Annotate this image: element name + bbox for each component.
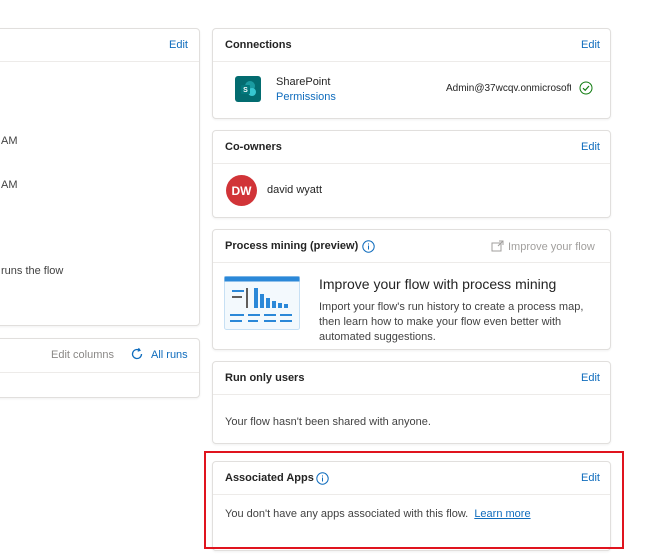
associated-apps-message-text: You don't have any apps associated with … — [225, 508, 469, 520]
coowner-name: david wyatt — [267, 184, 323, 196]
details-card: Edit AM AM runs the flow — [0, 28, 200, 326]
learn-more-link[interactable]: Learn more — [474, 508, 530, 520]
improve-flow-label: Improve your flow — [508, 240, 595, 253]
checkmark-circle-icon — [579, 81, 593, 95]
associated-apps-divider — [213, 494, 610, 495]
coowners-divider — [213, 163, 610, 164]
process-mining-card: Process mining (preview) Improve your fl… — [212, 229, 611, 350]
sharepoint-icon: S — [235, 76, 261, 102]
associated-apps-card: Associated Apps Edit You don't have any … — [212, 461, 611, 551]
details-created-time: AM — [1, 135, 18, 147]
coowners-title: Co-owners — [225, 141, 282, 153]
process-map-illustration — [224, 276, 300, 330]
connections-card: Connections Edit S SharePoint Permission… — [212, 28, 611, 119]
avatar: DW — [226, 175, 257, 206]
runs-card: Edit columns All runs — [0, 338, 200, 398]
coowners-edit-link[interactable]: Edit — [581, 141, 600, 153]
details-modified-time: AM — [1, 179, 18, 191]
coowners-card: Co-owners Edit DW david wyatt — [212, 130, 611, 218]
details-plan-text: runs the flow — [1, 265, 64, 277]
associated-apps-edit-link[interactable]: Edit — [581, 472, 600, 484]
connection-account: Admin@37wcqv.onmicrosoft.c — [446, 83, 571, 94]
process-mining-divider — [213, 262, 610, 263]
process-mining-headline: Improve your flow with process mining — [319, 276, 557, 292]
process-mining-description: Import your flow's run history to create… — [319, 301, 584, 343]
runs-divider — [0, 372, 199, 373]
edit-columns-button[interactable]: Edit columns — [51, 349, 114, 361]
connections-divider — [213, 61, 610, 62]
info-icon[interactable] — [362, 240, 375, 253]
svg-text:S: S — [243, 87, 248, 94]
run-only-users-edit-link[interactable]: Edit — [581, 372, 600, 384]
associated-apps-info-icon[interactable] — [316, 472, 329, 485]
connections-edit-link[interactable]: Edit — [581, 39, 600, 51]
associated-apps-message: You don't have any apps associated with … — [225, 508, 531, 520]
details-edit-link[interactable]: Edit — [169, 39, 188, 51]
connection-name: SharePoint — [276, 76, 331, 88]
run-only-users-divider — [213, 394, 610, 395]
run-only-users-title: Run only users — [225, 372, 305, 384]
details-divider — [0, 61, 199, 62]
connection-permissions-link[interactable]: Permissions — [276, 91, 336, 103]
process-mining-title: Process mining (preview) — [225, 240, 359, 252]
all-runs-link[interactable]: All runs — [151, 349, 188, 361]
open-external-icon — [491, 240, 504, 253]
run-only-users-card: Run only users Edit Your flow hasn't bee… — [212, 361, 611, 444]
avatar-initials: DW — [231, 183, 252, 198]
associated-apps-title: Associated Apps — [225, 472, 314, 484]
refresh-icon[interactable] — [130, 347, 144, 361]
run-only-users-message: Your flow hasn't been shared with anyone… — [225, 416, 431, 428]
improve-flow-button[interactable]: Improve your flow — [491, 240, 595, 253]
connections-title: Connections — [225, 39, 292, 51]
